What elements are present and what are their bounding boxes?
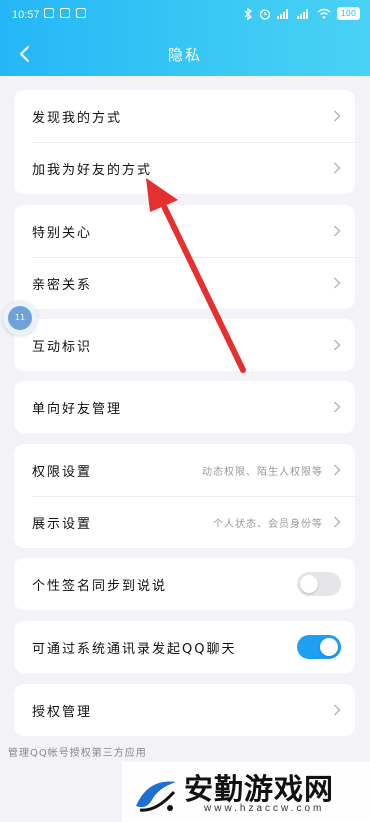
header-bar: 10:57 100 隐私 (0, 0, 370, 76)
status-bar: 10:57 100 (0, 0, 370, 30)
signature-sync-card: 个性签名同步到说说 (14, 558, 355, 610)
row-label: 发现我的方式 (32, 110, 123, 126)
chevron-right-icon (334, 464, 341, 476)
app-notification-icon (60, 8, 70, 18)
gamepad-logo-icon (136, 781, 176, 812)
chevron-right-icon (334, 401, 341, 413)
row-label: 特别关心 (32, 225, 93, 241)
alarm-icon (259, 8, 270, 20)
page-title: 隐私 (167, 46, 202, 64)
row-special-care[interactable]: 特别关心 (14, 205, 355, 257)
row-one-way-friends[interactable]: 单向好友管理 (14, 381, 355, 433)
chevron-right-icon (334, 516, 341, 528)
chevron-right-icon (334, 277, 341, 289)
battery-icon: 100 (336, 7, 360, 20)
toggle-knob (320, 638, 338, 656)
row-label: 权限设置 (32, 464, 93, 480)
one-way-friend-card: 单向好友管理 (14, 381, 355, 433)
site-watermark: 安勤游戏网 www.hzaccw.com (122, 762, 370, 822)
row-label: 展示设置 (32, 516, 93, 532)
chevron-right-icon (334, 339, 341, 351)
chevron-right-icon (334, 162, 341, 174)
row-label: 加我为好友的方式 (32, 162, 153, 178)
row-authorization-management[interactable]: 授权管理 (14, 684, 355, 736)
row-value: 个人状态、会员身份等 (213, 518, 323, 530)
row-label: 个性签名同步到说说 (32, 578, 168, 594)
row-label: 可通过系统通讯录发起QQ聊天 (32, 641, 237, 657)
watermark-url: www.hzaccw.com (204, 803, 325, 814)
floating-assistant-bubble[interactable]: 11 (3, 301, 37, 335)
bluetooth-icon (244, 7, 252, 20)
message-icon (76, 8, 86, 18)
interaction-mark-card: 互动标识 (14, 319, 355, 371)
chevron-right-icon (334, 704, 341, 716)
row-label: 亲密关系 (32, 277, 93, 293)
notification-icon (44, 8, 54, 18)
signal-icon (276, 9, 288, 19)
row-value: 动态权限、陌生人权限等 (202, 466, 323, 478)
contacts-chat-card: 可通过系统通讯录发起QQ聊天 (14, 621, 355, 673)
row-intimate-relationship[interactable]: 亲密关系 (14, 257, 355, 309)
toggle-knob (300, 575, 318, 593)
row-permission-settings[interactable]: 权限设置 动态权限、陌生人权限等 (14, 444, 355, 496)
row-label: 单向好友管理 (32, 401, 123, 417)
status-time: 10:57 (12, 9, 40, 21)
authorization-footnote: 管理QQ帐号授权第三方应用 (8, 748, 147, 759)
authorization-card: 授权管理 (14, 684, 355, 736)
signal-2-icon (296, 9, 308, 19)
chevron-right-icon (334, 110, 341, 122)
permission-card: 权限设置 动态权限、陌生人权限等 展示设置 个人状态、会员身份等 (14, 444, 355, 548)
chevron-right-icon (334, 225, 341, 237)
row-add-friend-method[interactable]: 加我为好友的方式 (14, 142, 355, 194)
row-label: 授权管理 (32, 704, 93, 720)
wifi-icon (317, 8, 331, 19)
row-contacts-chat: 可通过系统通讯录发起QQ聊天 (14, 621, 355, 673)
relationship-card: 特别关心 亲密关系 (14, 205, 355, 309)
signature-sync-toggle[interactable] (297, 572, 341, 596)
contacts-chat-toggle[interactable] (297, 635, 341, 659)
row-display-settings[interactable]: 展示设置 个人状态、会员身份等 (14, 496, 355, 548)
row-discover-me[interactable]: 发现我的方式 (14, 90, 355, 142)
discovery-settings-card: 发现我的方式 加我为好友的方式 (14, 90, 355, 194)
nav-bar: 隐私 (0, 30, 370, 76)
watermark-title: 安勤游戏网 (184, 772, 335, 806)
floating-bubble-label: 11 (8, 306, 32, 330)
row-label: 互动标识 (32, 339, 93, 355)
row-signature-sync: 个性签名同步到说说 (14, 558, 355, 610)
row-interaction-mark[interactable]: 互动标识 (14, 319, 355, 371)
